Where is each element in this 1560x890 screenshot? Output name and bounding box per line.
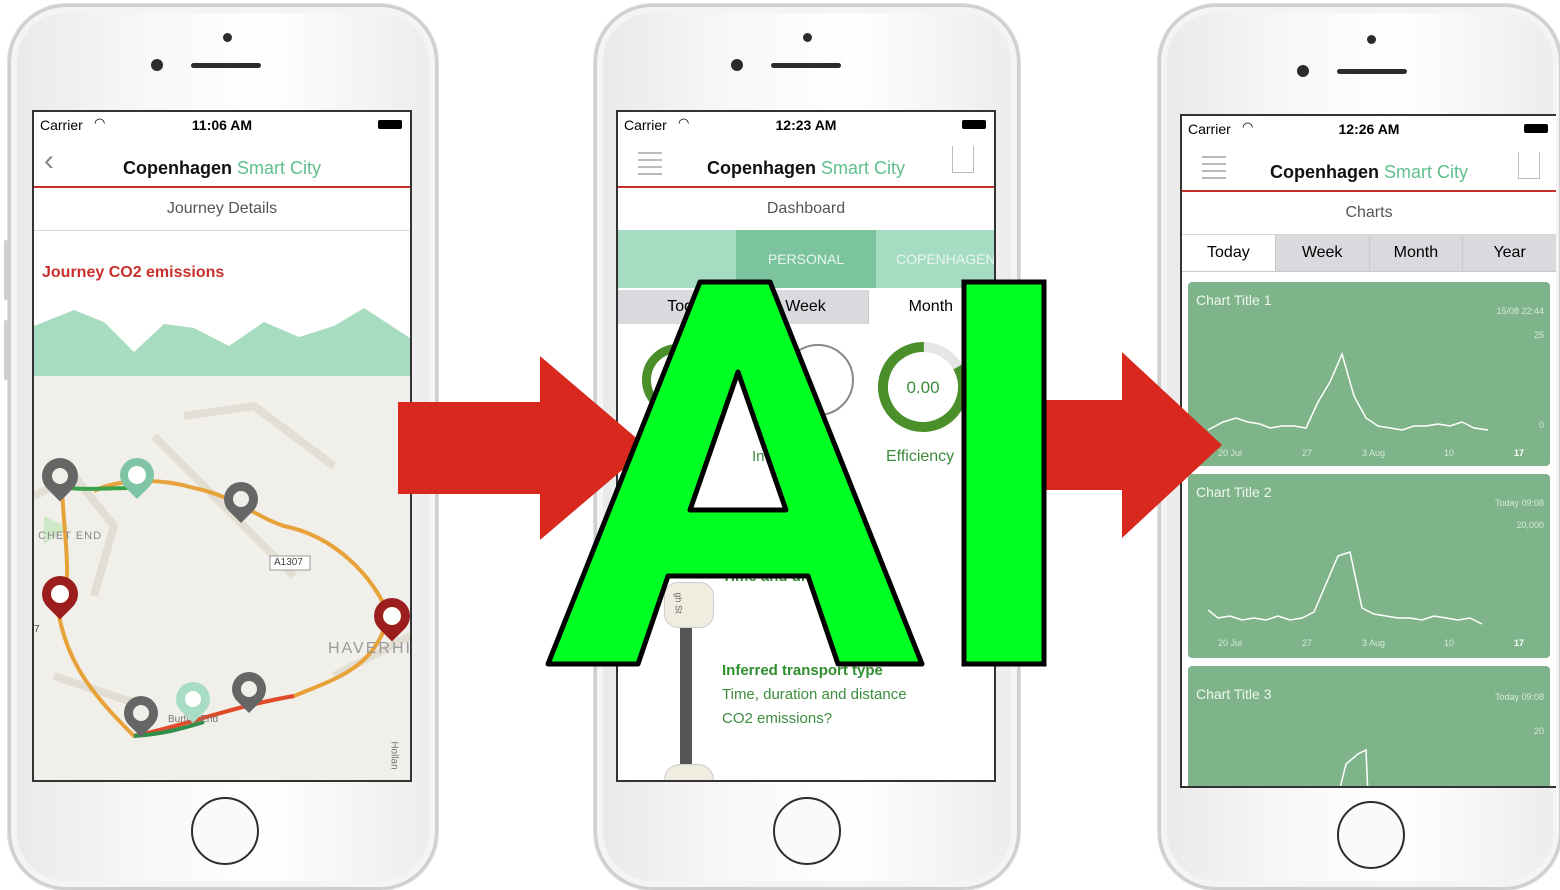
chart-title: Chart Title 1	[1196, 292, 1272, 308]
x-tick: 3 Aug	[1362, 448, 1386, 458]
status-bar: Carrier ◠ 12:23 AM	[618, 112, 994, 138]
phone-1-screen: Carrier ◠ 11:06 AM ‹ Copenhagen Smart Ci…	[32, 110, 412, 782]
timeline-entry-line: CO2 emissions?	[722, 710, 833, 727]
home-button[interactable]	[1337, 801, 1405, 869]
front-camera-icon	[1297, 65, 1309, 77]
map-label: Hollan	[388, 741, 400, 770]
section-title: Journey CO2 emissions	[42, 264, 225, 281]
map-canvas	[34, 401, 410, 739]
period-week[interactable]: Week	[1276, 235, 1370, 271]
nav-title-main: Copenhagen	[122, 158, 232, 178]
chart-card[interactable]: Chart Title 2 Today 09:08 20,000 20 Jul …	[1188, 474, 1550, 658]
clock: 11:06 AM	[191, 117, 253, 133]
emissions-area	[34, 308, 410, 377]
nav-title-main: Copenhagen	[1269, 162, 1379, 182]
chart-date: Today 09:08	[1494, 498, 1544, 508]
nav-title: Copenhagen Smart City	[1182, 162, 1556, 183]
nav-divider	[618, 186, 994, 188]
clock: 12:26 AM	[1338, 121, 1400, 137]
status-bar: Carrier ◠ 12:26 AM	[1182, 116, 1556, 142]
x-tick: 17	[1514, 448, 1525, 458]
line-chart	[1207, 351, 1489, 431]
status-bar: Carrier ◠ 11:06 AM	[34, 112, 410, 138]
period-month[interactable]: Month	[1370, 235, 1464, 271]
timeline-node	[664, 764, 714, 780]
line-chart	[1207, 551, 1483, 625]
front-sensor	[223, 33, 232, 42]
page-subtitle: Dashboard	[766, 200, 846, 217]
earpiece	[771, 63, 841, 68]
nav-title-accent: Smart City	[237, 158, 322, 178]
map-label: CHET END	[38, 530, 103, 542]
chart-line	[1207, 351, 1489, 431]
chart-title: Chart Title 3	[1196, 686, 1272, 702]
chart-date: Today 09:08	[1494, 692, 1544, 702]
x-tick: 10	[1444, 638, 1455, 648]
battery-icon	[378, 120, 402, 129]
line-chart	[1339, 748, 1369, 786]
front-camera-icon	[731, 59, 743, 71]
phone-3-screen: Carrier ◠ 12:26 AM Copenhagen Smart City…	[1180, 114, 1556, 788]
chart-date: 15/08 22:44	[1496, 306, 1544, 316]
front-sensor	[803, 33, 812, 42]
front-camera-icon	[151, 59, 163, 71]
x-tick: 3 Aug	[1362, 638, 1386, 648]
nav-divider	[1182, 190, 1556, 192]
x-tick: 17	[1514, 638, 1525, 648]
chart-ymax: 20	[1533, 726, 1544, 736]
share-icon[interactable]	[952, 146, 974, 173]
nav-title: Copenhagen Smart City	[618, 158, 994, 179]
clock: 12:23 AM	[775, 117, 837, 133]
nav-divider	[34, 186, 410, 188]
journey-map[interactable]: CHET END A1307 HAVERHI 7 Burton End Holl…	[34, 376, 410, 780]
share-icon[interactable]	[1518, 152, 1540, 179]
letter-i	[961, 279, 1047, 667]
home-button[interactable]	[773, 797, 841, 865]
battery-icon	[1524, 124, 1548, 133]
nav-title-accent: Smart City	[821, 158, 906, 178]
period-today[interactable]: Today	[1182, 235, 1276, 271]
volume-button	[4, 320, 8, 380]
timeline-entry-line: Time, duration and distance	[722, 686, 907, 703]
x-tick: 20 Jul	[1218, 638, 1243, 648]
front-sensor	[1367, 35, 1376, 44]
period-year[interactable]: Year	[1463, 235, 1556, 271]
chart-ymax: 25	[1533, 330, 1544, 340]
period-selector: Today Week Month Year	[1182, 235, 1556, 272]
chart-card[interactable]: Chart Title 1 15/08 22:44 25 0 20 Jul 27…	[1188, 282, 1550, 466]
earpiece	[1337, 69, 1407, 74]
x-tick: 27	[1302, 638, 1313, 648]
map-road-label: A1307	[274, 557, 303, 568]
home-button[interactable]	[191, 797, 259, 865]
nav-title-accent: Smart City	[1384, 162, 1469, 182]
volume-button	[4, 240, 8, 300]
chart-line	[1339, 748, 1369, 786]
chart-ymin: 0	[1538, 420, 1544, 430]
nav-title-main: Copenhagen	[706, 158, 816, 178]
emissions-area-chart	[34, 308, 410, 377]
nav-title: Copenhagen Smart City	[34, 158, 410, 179]
page-subtitle: Journey Details	[166, 200, 278, 217]
arrow-right-icon	[1036, 352, 1222, 538]
chart-ymax: 20,000	[1516, 520, 1544, 530]
x-tick: 10	[1444, 448, 1455, 458]
ai-overlay-logo	[545, 279, 1047, 667]
page-subtitle: Charts	[1345, 204, 1393, 221]
chart-line	[1207, 551, 1483, 625]
map-road-label: 7	[34, 624, 40, 635]
chart-card[interactable]: Chart Title 3 Today 09:08 20	[1188, 666, 1550, 786]
earpiece	[191, 63, 261, 68]
battery-icon	[962, 120, 986, 129]
map-label: HAVERHI	[328, 640, 412, 657]
letter-a	[545, 279, 925, 667]
x-tick: 27	[1302, 448, 1313, 458]
divider	[34, 230, 410, 231]
